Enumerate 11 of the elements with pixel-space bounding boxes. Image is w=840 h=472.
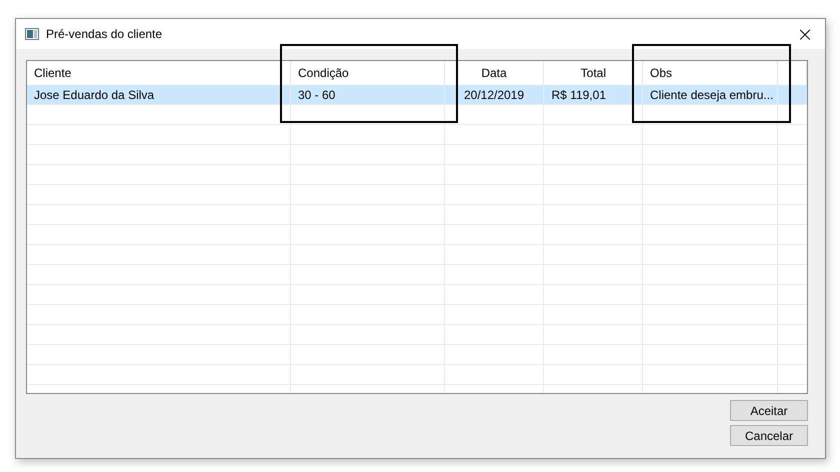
table-cell: Cliente deseja embru... [643, 85, 778, 104]
accept-button[interactable]: Aceitar [730, 400, 808, 421]
close-button[interactable]: × [785, 19, 825, 49]
cancel-button[interactable]: Cancelar [730, 425, 808, 446]
table-cell: R$ 119,01 [544, 85, 643, 104]
table-cell: 30 - 60 [291, 85, 445, 104]
table-cell: 20/12/2019 [445, 85, 544, 104]
table-row[interactable]: Jose Eduardo da Silva 30 - 60 20/12/2019 R$ 119,01 Cliente deseja embru... [27, 85, 807, 105]
window-title: Pré-vendas do cliente [46, 27, 162, 41]
table-cell: Jose Eduardo da Silva [27, 85, 291, 104]
window-icon [25, 28, 39, 40]
